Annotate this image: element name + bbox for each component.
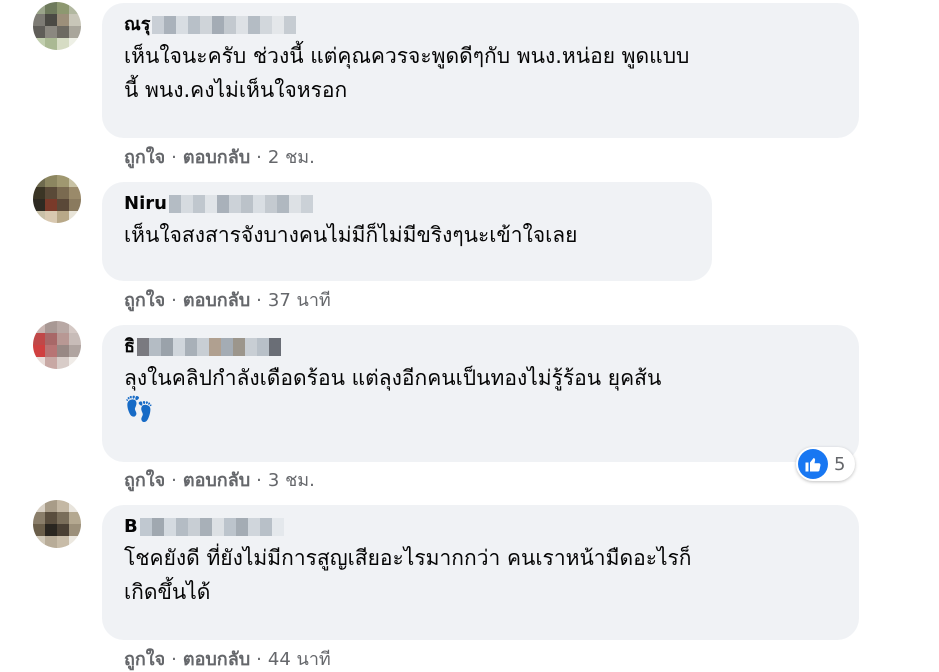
avatar[interactable] — [33, 2, 81, 50]
avatar[interactable] — [33, 321, 81, 369]
reply-link[interactable]: ตอบกลับ — [183, 146, 250, 170]
comment-text: เห็นใจสงสารจังบางคนไม่มีก็ไม่มีขริงๆนะเข… — [124, 223, 578, 247]
reaction-count: 5 — [834, 453, 846, 475]
avatar[interactable] — [33, 500, 81, 548]
footprints-emoji: 👣 — [124, 395, 154, 423]
separator: · — [171, 290, 177, 311]
separator: · — [256, 290, 262, 311]
timestamp[interactable]: 3 ชม. — [268, 469, 315, 493]
author-name-blur — [137, 338, 281, 356]
comment-bubble: B โชคยังดี ที่ยังไม่มีการสูญเสียอะไรมากก… — [102, 505, 859, 640]
author-name[interactable]: B — [124, 515, 138, 539]
like-link[interactable]: ถูกใจ — [124, 289, 165, 313]
separator: · — [171, 147, 177, 168]
comment-text: เห็นใจนะครับ ช่วงนี้ แต่คุณควรจะพูดดีๆกั… — [124, 44, 690, 102]
comment-actions: ถูกใจ · ตอบกลับ · 3 ชม. — [124, 469, 315, 493]
timestamp[interactable]: 2 ชม. — [268, 146, 315, 170]
like-link[interactable]: ถูกใจ — [124, 146, 165, 170]
timestamp[interactable]: 44 นาที — [268, 648, 331, 672]
author-name-blur — [168, 195, 313, 213]
reply-link[interactable]: ตอบกลับ — [183, 289, 250, 313]
comment-author[interactable]: B — [124, 515, 839, 539]
reply-link[interactable]: ตอบกลับ — [183, 469, 250, 493]
separator: · — [256, 147, 262, 168]
author-name[interactable]: Niru — [124, 192, 167, 216]
like-link[interactable]: ถูกใจ — [124, 648, 165, 672]
comment-actions: ถูกใจ · ตอบกลับ · 2 ชม. — [124, 146, 315, 170]
separator: · — [171, 470, 177, 491]
avatar[interactable] — [33, 175, 81, 223]
comment-author[interactable]: ธิ — [124, 335, 839, 359]
comment-author[interactable]: ณรุ — [124, 13, 839, 37]
comment-author[interactable]: Niru — [124, 192, 692, 216]
comment-actions: ถูกใจ · ตอบกลับ · 44 นาที — [124, 648, 331, 672]
reaction-summary[interactable]: 5 — [796, 447, 856, 481]
author-name[interactable]: ธิ — [124, 335, 135, 359]
comment-bubble: ณรุ เห็นใจนะครับ ช่วงนี้ แต่คุณควรจะพูดด… — [102, 3, 859, 138]
thumbs-up-icon — [798, 449, 828, 479]
author-name[interactable]: ณรุ — [124, 13, 150, 37]
separator: · — [256, 470, 262, 491]
comment-text: โชคยังดี ที่ยังไม่มีการสูญเสียอะไรมากกว่… — [124, 546, 692, 604]
author-name-blur — [152, 16, 297, 34]
comment-bubble: ธิ ลุงในคลิปกำลังเดือดร้อน แต่ลุงอีกคนเป… — [102, 325, 859, 462]
reply-link[interactable]: ตอบกลับ — [183, 648, 250, 672]
comment-text: ลุงในคลิปกำลังเดือดร้อน แต่ลุงอีกคนเป็นท… — [124, 366, 662, 390]
separator: · — [171, 649, 177, 670]
timestamp[interactable]: 37 นาที — [268, 289, 331, 313]
comment-actions: ถูกใจ · ตอบกลับ · 37 นาที — [124, 289, 331, 313]
author-name-blur — [139, 518, 284, 536]
separator: · — [256, 649, 262, 670]
like-link[interactable]: ถูกใจ — [124, 469, 165, 493]
comment-bubble: Niru เห็นใจสงสารจังบางคนไม่มีก็ไม่มีขริง… — [102, 182, 712, 281]
